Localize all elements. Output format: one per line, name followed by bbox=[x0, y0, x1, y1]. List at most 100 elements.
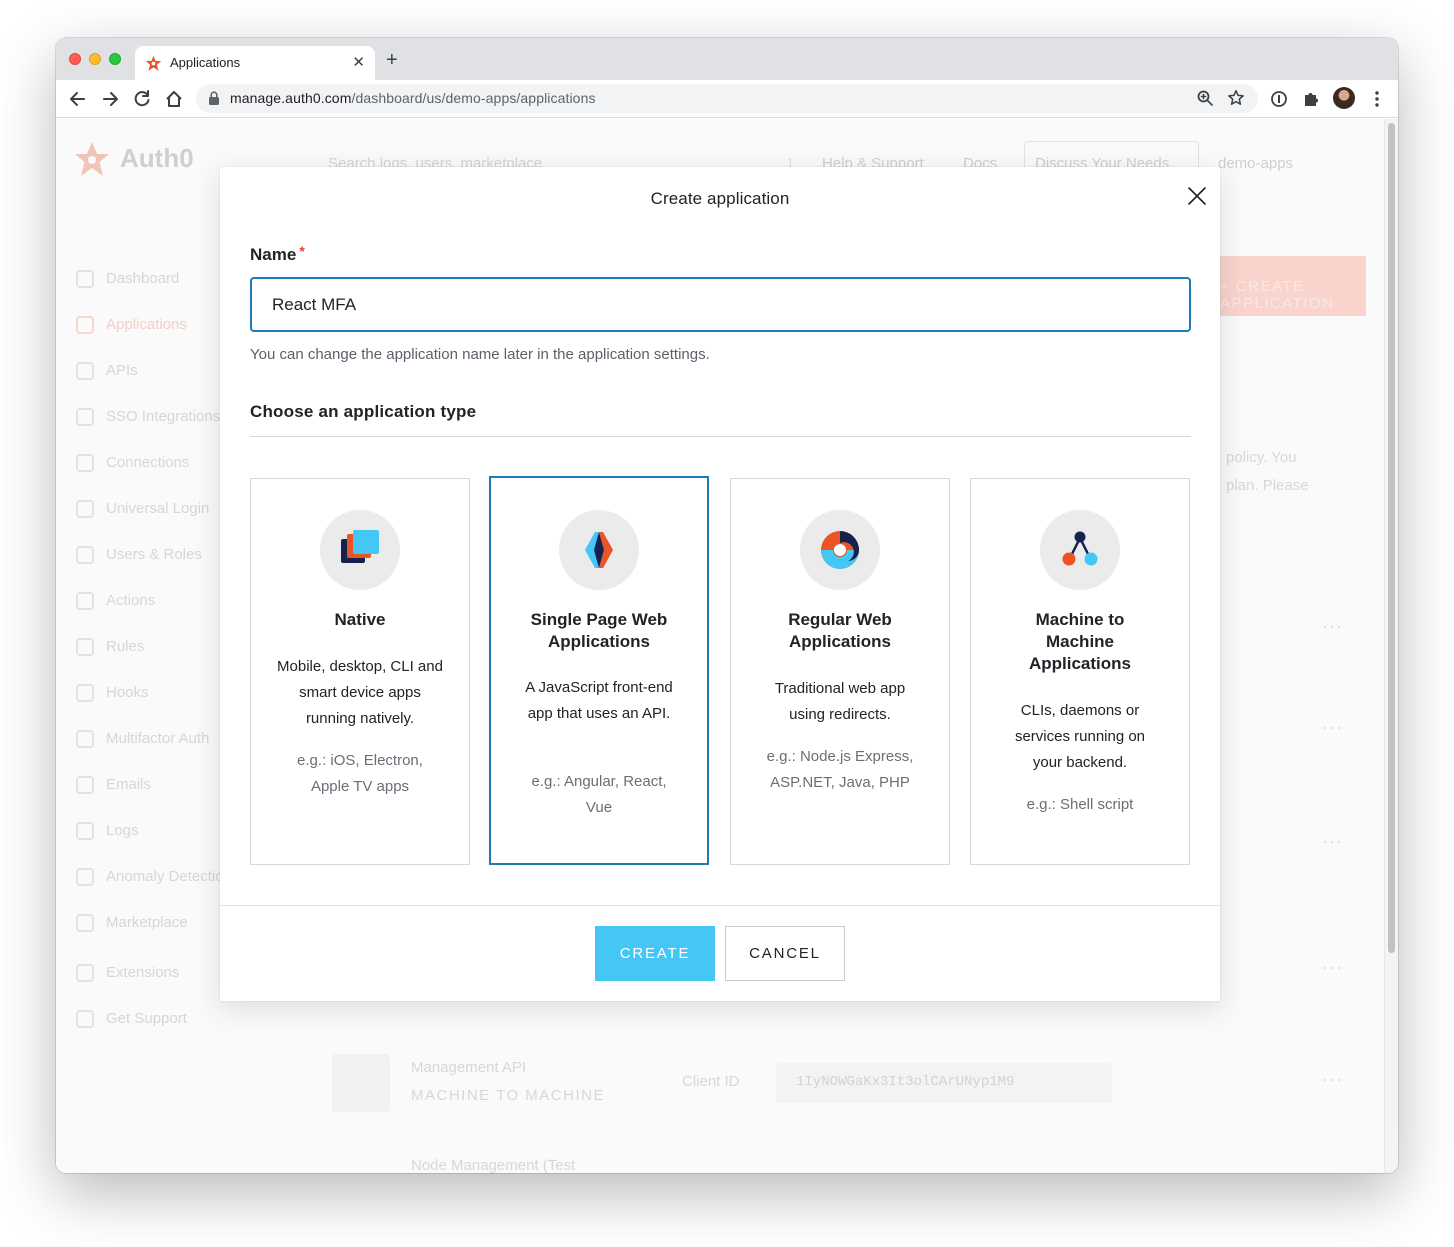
browser-tab[interactable]: Applications ✕ bbox=[135, 46, 375, 80]
nav-icon bbox=[76, 730, 94, 748]
nav-icon bbox=[76, 408, 94, 426]
card-description: Mobile, desktop, CLI and smart device ap… bbox=[277, 658, 443, 727]
app-type-card-native[interactable]: Native Mobile, desktop, CLI and smart de… bbox=[250, 478, 470, 865]
app-type-card-m2m[interactable]: Machine to Machine Applications CLIs, da… bbox=[970, 478, 1190, 865]
minimize-window-button[interactable] bbox=[89, 53, 101, 65]
sidebar-item-sso[interactable]: SSO Integrations bbox=[106, 408, 220, 425]
back-icon[interactable] bbox=[68, 89, 88, 109]
create-button[interactable]: CREATE bbox=[595, 926, 715, 981]
cancel-button[interactable]: CANCEL bbox=[725, 926, 845, 981]
sidebar-item-apis[interactable]: APIs bbox=[106, 362, 138, 379]
sidebar-item-dashboard[interactable]: Dashboard bbox=[106, 270, 179, 287]
close-window-button[interactable] bbox=[69, 53, 81, 65]
sidebar-item-extensions[interactable]: Extensions bbox=[106, 964, 179, 981]
scrollbar-thumb[interactable] bbox=[1388, 123, 1395, 953]
row-menu-icon[interactable]: ··· bbox=[1322, 1069, 1343, 1090]
sidebar-item-applications[interactable]: Applications bbox=[106, 316, 187, 333]
password-manager-icon[interactable] bbox=[1269, 89, 1289, 109]
client-id-label: Client ID bbox=[682, 1073, 740, 1090]
nav-icon bbox=[76, 546, 94, 564]
row-menu-icon[interactable]: ··· bbox=[1322, 717, 1343, 738]
sidebar-item-connections[interactable]: Connections bbox=[106, 454, 189, 471]
sidebar-item-users-roles[interactable]: Users & Roles bbox=[106, 546, 202, 563]
nav-icon bbox=[76, 684, 94, 702]
sidebar-item-universal-login[interactable]: Universal Login bbox=[106, 500, 209, 517]
zoom-window-button[interactable] bbox=[109, 53, 121, 65]
app-type-card-regular-web[interactable]: Regular Web Applications Traditional web… bbox=[730, 478, 950, 865]
url-text: manage.auth0.com/dashboard/us/demo-apps/… bbox=[230, 90, 596, 106]
nav-icon bbox=[76, 270, 94, 288]
address-bar[interactable]: manage.auth0.com/dashboard/us/demo-apps/… bbox=[196, 84, 1258, 113]
name-help-text: You can change the application name late… bbox=[250, 346, 710, 363]
browser-toolbar: manage.auth0.com/dashboard/us/demo-apps/… bbox=[56, 80, 1398, 118]
app-type-card-spa[interactable]: Single Page Web Applications A JavaScrip… bbox=[489, 476, 709, 865]
card-examples: e.g.: Node.js Express, ASP.NET, Java, PH… bbox=[766, 748, 914, 791]
card-description: Traditional web app using redirects. bbox=[774, 680, 906, 723]
page-scrollbar[interactable] bbox=[1384, 119, 1398, 1173]
app-row-name[interactable]: Management API bbox=[411, 1059, 526, 1076]
card-examples: e.g.: Angular, React, Vue bbox=[531, 773, 667, 816]
sidebar-item-logs[interactable]: Logs bbox=[106, 822, 139, 839]
create-application-dialog: Create application Name* You can change … bbox=[220, 167, 1220, 1001]
auth0-logo-text: Auth0 bbox=[120, 143, 194, 173]
policy-text: policy. You bbox=[1226, 449, 1297, 466]
forward-icon[interactable] bbox=[100, 89, 120, 109]
application-name-input[interactable] bbox=[250, 277, 1191, 332]
nav-icon bbox=[76, 1010, 94, 1028]
card-examples: e.g.: iOS, Electron, Apple TV apps bbox=[297, 752, 423, 795]
browser-window: Applications ✕ + manage.auth0.com/dashbo… bbox=[56, 38, 1398, 1173]
create-application-button[interactable]: + CREATE APPLICATION bbox=[1206, 256, 1366, 316]
required-indicator: * bbox=[299, 243, 305, 259]
nav-icon bbox=[76, 964, 94, 982]
nav-icon bbox=[76, 362, 94, 380]
footer-divider bbox=[220, 905, 1220, 906]
extensions-puzzle-icon[interactable] bbox=[1301, 89, 1321, 109]
auth0-favicon-icon bbox=[145, 55, 162, 71]
nav-icon bbox=[76, 868, 94, 886]
nav-icon bbox=[76, 776, 94, 794]
nav-icon bbox=[76, 454, 94, 472]
lock-icon[interactable] bbox=[208, 91, 220, 105]
nav-icon bbox=[76, 592, 94, 610]
regular-web-app-icon bbox=[800, 510, 880, 590]
tenant-switcher[interactable]: demo-apps bbox=[1218, 155, 1293, 172]
home-icon[interactable] bbox=[164, 89, 184, 109]
zoom-icon[interactable] bbox=[1196, 89, 1214, 107]
sidebar-item-mfa[interactable]: Multifactor Auth bbox=[106, 730, 209, 747]
app-type-heading: Choose an application type bbox=[250, 402, 477, 421]
reload-icon[interactable] bbox=[132, 89, 152, 109]
new-tab-button[interactable]: + bbox=[386, 49, 398, 72]
sidebar-item-marketplace[interactable]: Marketplace bbox=[106, 914, 188, 931]
sidebar-item-rules[interactable]: Rules bbox=[106, 638, 144, 655]
row-menu-icon[interactable]: ··· bbox=[1322, 831, 1343, 852]
app-row-name[interactable]: Node Management (Test bbox=[411, 1157, 575, 1173]
card-title: Machine to Machine Applications bbox=[1028, 610, 1131, 673]
browser-titlebar: Applications ✕ + bbox=[56, 38, 1398, 80]
card-description: CLIs, daemons or services running on you… bbox=[1014, 702, 1146, 771]
nav-icon bbox=[76, 500, 94, 518]
nav-icon bbox=[76, 822, 94, 840]
more-menu-icon[interactable] bbox=[1367, 89, 1387, 109]
card-description: A JavaScript front-end app that uses an … bbox=[525, 679, 673, 722]
dialog-title: Create application bbox=[650, 189, 790, 208]
sidebar-item-actions[interactable]: Actions bbox=[106, 592, 155, 609]
auth0-logo-icon bbox=[75, 142, 109, 176]
close-icon[interactable] bbox=[1186, 185, 1208, 207]
nav-icon bbox=[76, 638, 94, 656]
profile-avatar[interactable] bbox=[1333, 87, 1355, 109]
card-examples: e.g.: Shell script bbox=[1026, 796, 1134, 813]
sidebar-item-get-support[interactable]: Get Support bbox=[106, 1010, 187, 1027]
app-row-icon bbox=[332, 1054, 390, 1112]
tab-title: Applications bbox=[170, 55, 241, 70]
spa-app-icon bbox=[559, 510, 639, 590]
sidebar-item-emails[interactable]: Emails bbox=[106, 776, 151, 793]
row-menu-icon[interactable]: ··· bbox=[1322, 616, 1343, 637]
sidebar-item-hooks[interactable]: Hooks bbox=[106, 684, 149, 701]
bookmark-star-icon[interactable] bbox=[1227, 89, 1245, 107]
sidebar-item-anomaly-detection[interactable]: Anomaly Detection bbox=[106, 868, 232, 885]
row-menu-icon[interactable]: ··· bbox=[1322, 957, 1343, 978]
card-title: Native bbox=[334, 610, 386, 629]
section-divider bbox=[250, 436, 1191, 437]
client-id-value[interactable]: 1IyNOWGaKx3It3olCArUNyp1M9 bbox=[776, 1063, 1112, 1103]
tab-close-icon[interactable]: ✕ bbox=[352, 53, 365, 71]
